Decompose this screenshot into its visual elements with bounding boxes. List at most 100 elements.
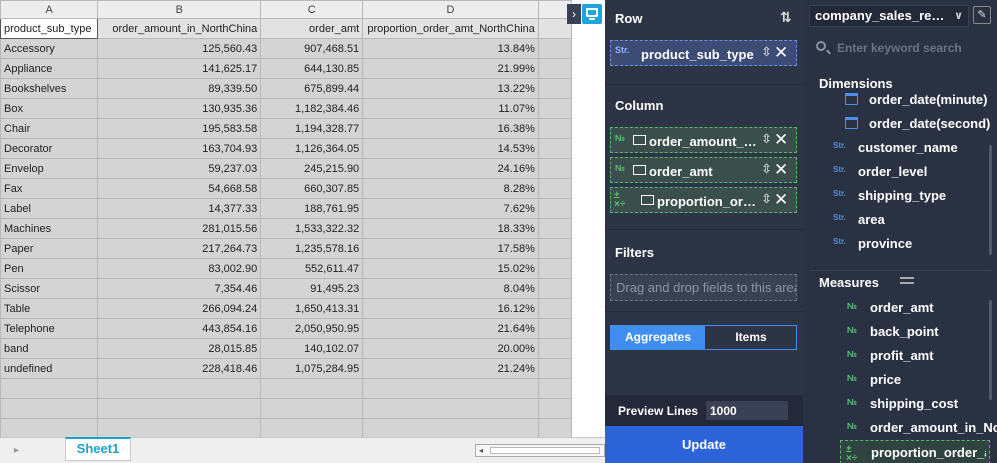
tab-sheet1[interactable]: Sheet1 — [65, 437, 131, 461]
table-cell[interactable] — [362, 398, 539, 419]
table-cell[interactable] — [97, 378, 262, 399]
table-cell[interactable]: 89,339.50 — [97, 78, 262, 99]
table-cell[interactable]: 11.07% — [362, 98, 539, 119]
table-cell[interactable]: 16.12% — [362, 298, 539, 319]
aggregates-tab[interactable]: Aggregates — [611, 326, 705, 349]
table-cell[interactable]: 21.64% — [362, 318, 539, 339]
table-cell[interactable]: Chair — [0, 118, 99, 139]
table-cell[interactable]: 195,583.58 — [97, 118, 262, 139]
panel-collapse-toggle[interactable]: › — [567, 4, 581, 24]
table-cell[interactable] — [537, 418, 572, 439]
table-cell[interactable] — [537, 218, 572, 239]
measure-item[interactable]: № profit_amt — [845, 344, 997, 368]
table-cell[interactable] — [537, 338, 572, 359]
table-cell[interactable]: 245,215.90 — [260, 158, 364, 179]
table-cell[interactable]: product_sub_type — [0, 18, 99, 39]
column-field-proportion[interactable]: ±×÷ proportion_order_amt_NorthChina ⇳ ✕ — [610, 187, 797, 213]
table-cell[interactable]: 13.84% — [362, 38, 539, 59]
table-cell[interactable]: 24.16% — [362, 158, 539, 179]
table-cell[interactable]: Accessory — [0, 38, 99, 59]
scrollbar-thumb[interactable] — [490, 447, 600, 454]
table-cell[interactable]: 281,015.56 — [97, 218, 262, 239]
column-header[interactable]: D — [362, 0, 539, 19]
table-cell[interactable] — [260, 398, 364, 419]
sort-icon[interactable]: ⇳ — [761, 191, 772, 207]
table-cell[interactable] — [97, 418, 262, 439]
table-cell[interactable]: 8.04% — [362, 278, 539, 299]
dimension-item[interactable]: order_date(minute) — [833, 88, 993, 112]
table-cell[interactable] — [537, 318, 572, 339]
table-cell[interactable]: order_amt — [260, 18, 364, 39]
table-cell[interactable]: 17.58% — [362, 238, 539, 259]
measure-item[interactable]: № order_amount_in_NorthChina — [845, 416, 997, 440]
column-header[interactable]: C — [260, 0, 364, 19]
table-cell[interactable]: 228,418.46 — [97, 358, 262, 379]
edit-icon[interactable]: ✎ — [973, 6, 991, 24]
table-cell[interactable] — [537, 398, 572, 419]
measures-scrollbar[interactable] — [989, 300, 992, 400]
dimension-item[interactable]: Str. province — [833, 232, 993, 256]
table-cell[interactable]: Box — [0, 98, 99, 119]
table-cell[interactable]: Label — [0, 198, 99, 219]
table-cell[interactable]: 20.00% — [362, 338, 539, 359]
table-cell[interactable]: band — [0, 338, 99, 359]
table-cell[interactable]: 266,094.24 — [97, 298, 262, 319]
table-cell[interactable]: 83,002.90 — [97, 258, 262, 279]
row-field-product-sub-type[interactable]: Str. product_sub_type ⇳ ✕ — [610, 40, 797, 66]
sort-icon[interactable]: ⇳ — [761, 44, 772, 60]
filters-drop-zone[interactable]: Drag and drop fields to this area — [610, 274, 797, 301]
table-cell[interactable]: 1,126,364.05 — [260, 138, 364, 159]
table-cell[interactable] — [0, 378, 99, 399]
table-cell[interactable]: 217,264.73 — [97, 238, 262, 259]
table-cell[interactable]: 8.28% — [362, 178, 539, 199]
table-cell[interactable]: 1,182,384.46 — [260, 98, 364, 119]
table-cell[interactable]: 21.99% — [362, 58, 539, 79]
table-cell[interactable] — [537, 178, 572, 199]
measure-item[interactable]: № back_point — [845, 320, 997, 344]
table-cell[interactable]: 125,560.43 — [97, 38, 262, 59]
table-cell[interactable] — [97, 398, 262, 419]
table-cell[interactable]: 14.53% — [362, 138, 539, 159]
table-cell[interactable] — [537, 38, 572, 59]
dimension-item[interactable]: Str. shipping_type — [833, 184, 993, 208]
table-cell[interactable]: Table — [0, 298, 99, 319]
table-cell[interactable]: proportion_order_amt_NorthChina — [362, 18, 539, 39]
table-cell[interactable]: 644,130.85 — [260, 58, 364, 79]
table-cell[interactable]: 130,935.36 — [97, 98, 262, 119]
table-cell[interactable]: 16.38% — [362, 118, 539, 139]
table-cell[interactable]: Decorator — [0, 138, 99, 159]
table-cell[interactable] — [0, 398, 99, 419]
table-cell[interactable] — [537, 78, 572, 99]
close-icon[interactable]: ✕ — [774, 43, 788, 63]
chart-icon[interactable] — [582, 4, 602, 24]
table-cell[interactable]: Fax — [0, 178, 99, 199]
table-cell[interactable]: 14,377.33 — [97, 198, 262, 219]
table-cell[interactable]: Telephone — [0, 318, 99, 339]
table-cell[interactable] — [537, 58, 572, 79]
close-icon[interactable]: ✕ — [774, 130, 788, 150]
table-cell[interactable] — [537, 258, 572, 279]
sort-icon[interactable]: ⇳ — [761, 161, 772, 177]
scroll-left-icon[interactable]: ◂ — [479, 445, 483, 457]
dimension-item[interactable]: Str. order_level — [833, 160, 993, 184]
table-cell[interactable] — [362, 418, 539, 439]
search-input[interactable] — [837, 39, 987, 57]
measure-item[interactable]: № order_amt — [845, 296, 997, 320]
measure-item[interactable]: № shipping_cost — [845, 392, 997, 416]
table-cell[interactable]: 28,015.85 — [97, 338, 262, 359]
dimensions-scrollbar[interactable] — [989, 145, 992, 255]
table-cell[interactable]: 59,237.03 — [97, 158, 262, 179]
table-cell[interactable]: 675,899.44 — [260, 78, 364, 99]
column-header[interactable]: A — [0, 0, 99, 19]
table-cell[interactable]: 7.62% — [362, 198, 539, 219]
table-cell[interactable]: 54,668.58 — [97, 178, 262, 199]
table-cell[interactable]: 21.24% — [362, 358, 539, 379]
table-cell[interactable]: 443,854.16 — [97, 318, 262, 339]
table-cell[interactable]: 1,650,413.31 — [260, 298, 364, 319]
datasource-select[interactable]: company_sales_record ∨ — [809, 5, 969, 27]
table-cell[interactable]: Envelop — [0, 158, 99, 179]
table-cell[interactable]: 2,050,950.95 — [260, 318, 364, 339]
table-cell[interactable]: Bookshelves — [0, 78, 99, 99]
table-cell[interactable] — [260, 418, 364, 439]
table-cell[interactable]: 7,354.46 — [97, 278, 262, 299]
